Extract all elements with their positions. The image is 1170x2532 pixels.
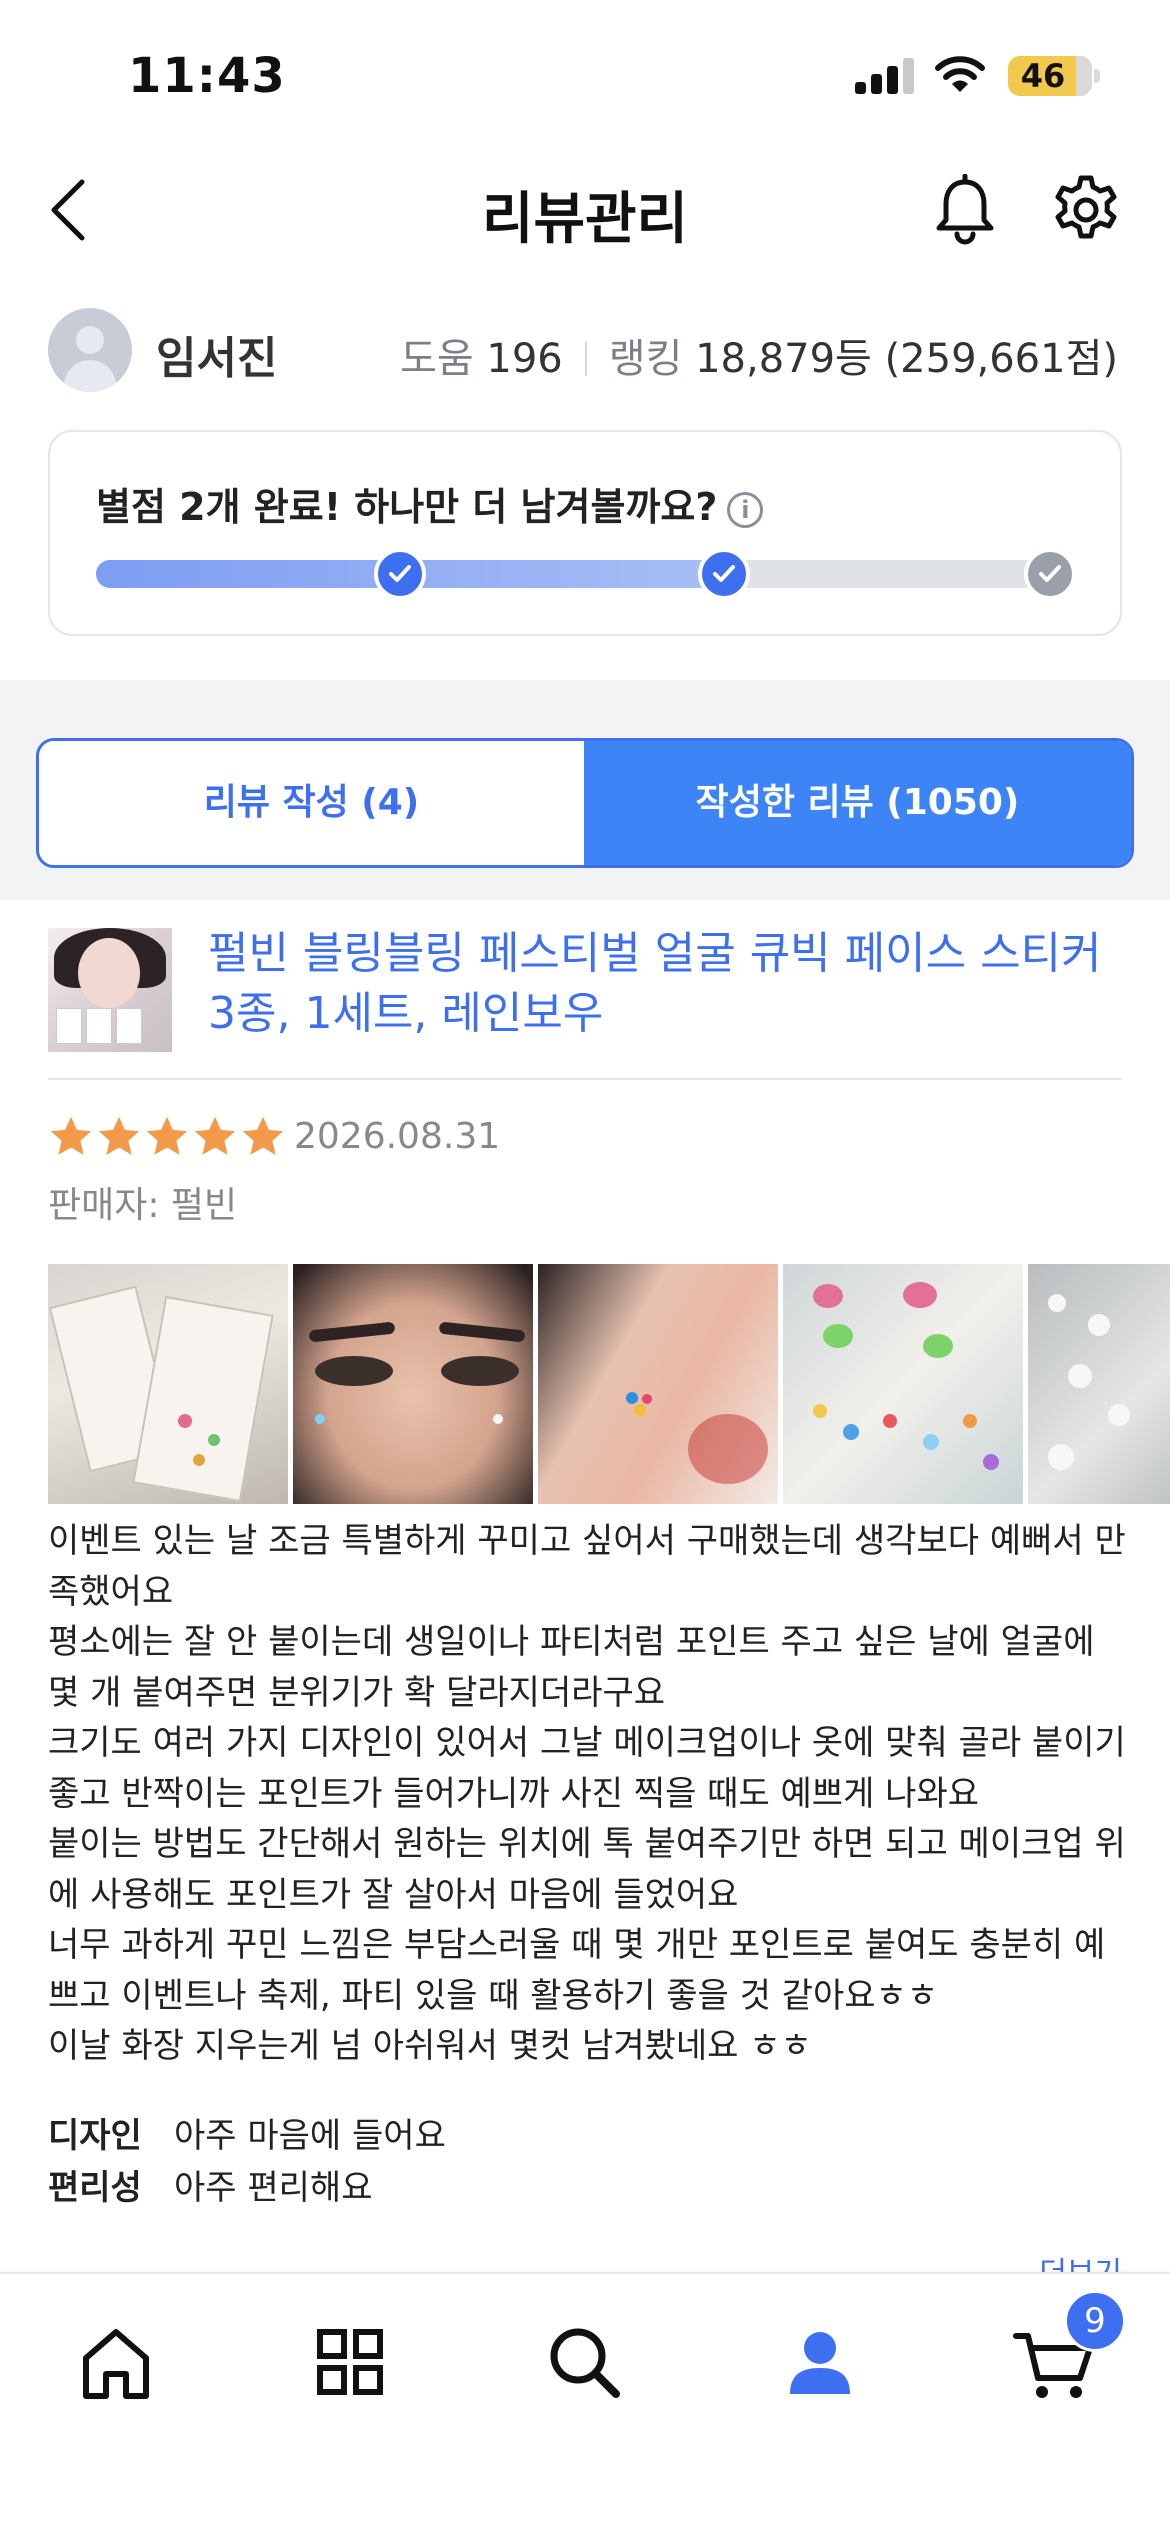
divider [48, 1078, 1122, 1080]
progress-message: 별점 2개 완료! 하나만 더 남겨볼까요? i [96, 476, 764, 531]
progress-step-2 [698, 548, 750, 600]
progress-step-1 [374, 548, 426, 600]
review-paragraph: 붙이는 방법도 간단해서 원하는 위치에 톡 붙여주기만 하면 되고 메이크업 … [48, 1824, 1126, 1915]
search-icon[interactable] [534, 2312, 634, 2412]
star-icon [194, 1116, 236, 1155]
review-date: 2026.08.31 [294, 1116, 501, 1157]
attribute-key: 디자인 [48, 2116, 142, 2156]
battery-level: 46 [1020, 57, 1066, 95]
review-paragraph: 크기도 여러 가지 디자인이 있어서 그날 메이크업이나 옷에 맞춰 골라 붙이… [48, 1723, 1126, 1814]
review-paragraph: 너무 과하게 꾸민 느낌은 부담스러울 때 몇 개만 포인트로 붙여도 충분히 … [48, 1925, 1106, 2016]
review-photo-2[interactable] [293, 1264, 533, 1504]
profile-stats: 도움 196 랭킹 18,879등 (259,661점) [400, 326, 1118, 384]
attribute-key: 편리성 [48, 2168, 142, 2208]
bell-icon[interactable] [930, 174, 1000, 246]
review-paragraph: 평소에는 잘 안 붙이는데 생일이나 파티처럼 포인트 주고 싶은 날에 얼굴에… [48, 1622, 1095, 1713]
product-title-link[interactable]: 펄빈 블링블링 페스티벌 얼굴 큐빅 페이스 스티커 3종, 1세트, 레인보우 [208, 924, 1128, 1044]
help-label: 도움 [400, 336, 474, 382]
seller-name: 판매자: 펄빈 [48, 1185, 238, 1226]
home-icon[interactable] [66, 2312, 166, 2412]
ranking-value: 18,879등 (259,661점) [695, 336, 1118, 382]
avatar [48, 308, 132, 392]
bottom-tab-bar [0, 2272, 1170, 2532]
battery-tip [1094, 69, 1100, 83]
my-page-icon[interactable] [770, 2312, 870, 2412]
top-navigation: 리뷰관리 [0, 150, 1170, 270]
star-icon [50, 1116, 92, 1155]
status-bar: 11:43 46 [0, 0, 1170, 140]
help-count: 196 [486, 336, 563, 382]
review-photo-3[interactable] [538, 1264, 778, 1504]
check-icon [1039, 565, 1061, 582]
category-icon[interactable] [300, 2312, 400, 2412]
review-progress-card: 별점 2개 완료! 하나만 더 남겨볼까요? i [48, 430, 1122, 636]
review-photo-1[interactable] [48, 1264, 288, 1504]
star-icon [98, 1116, 140, 1155]
review-photo-5[interactable] [1028, 1264, 1170, 1504]
review-paragraph: 이날 화장 지우는게 넘 아쉬워서 몇컷 남겨봤네요 ㅎㅎ [48, 2026, 812, 2066]
attribute-row: 편리성 아주 편리해요 [48, 2162, 446, 2214]
check-icon [713, 565, 735, 582]
attribute-row: 디자인 아주 마음에 들어요 [48, 2110, 446, 2162]
review-text: 이벤트 있는 날 조금 특별하게 꾸미고 싶어서 구매했는데 생각보다 예뻐서 … [48, 1516, 1128, 2072]
tab-written-reviews[interactable]: 작성한 리뷰 (1050) [584, 741, 1131, 865]
progress-step-3 [1024, 548, 1076, 600]
more-link[interactable]: 더보기 [1039, 2248, 1122, 2272]
review-photo-4[interactable] [783, 1264, 1023, 1504]
progress-message-text: 별점 2개 완료! 하나만 더 남겨볼까요? [96, 485, 718, 529]
star-rating [48, 1114, 288, 1162]
progress-track [96, 548, 1076, 600]
tab-write-review[interactable]: 리뷰 작성 (4) [39, 741, 584, 865]
gear-icon[interactable] [1050, 174, 1122, 246]
review-photos [48, 1264, 1170, 1504]
wifi-icon [935, 56, 985, 92]
attribute-value: 아주 편리해요 [174, 2168, 373, 2208]
star-icon [146, 1116, 188, 1155]
check-icon [389, 565, 411, 582]
cart-count-badge: 9 [1064, 2290, 1126, 2352]
review-tabs: 리뷰 작성 (4) 작성한 리뷰 (1050) [36, 738, 1134, 868]
star-icon [242, 1116, 284, 1155]
product-thumbnail[interactable] [48, 928, 172, 1052]
review-attributes: 디자인 아주 마음에 들어요 편리성 아주 편리해요 [48, 2110, 446, 2214]
ranking-label: 랭킹 [608, 336, 683, 382]
status-time: 11:43 [128, 48, 286, 104]
attribute-value: 아주 마음에 들어요 [174, 2116, 446, 2156]
user-name: 임서진 [156, 333, 278, 384]
info-icon[interactable]: i [727, 492, 764, 528]
battery-icon: 46 [1008, 56, 1092, 96]
cellular-signal-icon [855, 58, 915, 94]
review-paragraph: 이벤트 있는 날 조금 특별하게 꾸미고 싶어서 구매했는데 생각보다 예뻐서 … [48, 1521, 1126, 1612]
profile-row: 임서진 도움 196 랭킹 18,879등 (259,661점) [0, 300, 1170, 400]
